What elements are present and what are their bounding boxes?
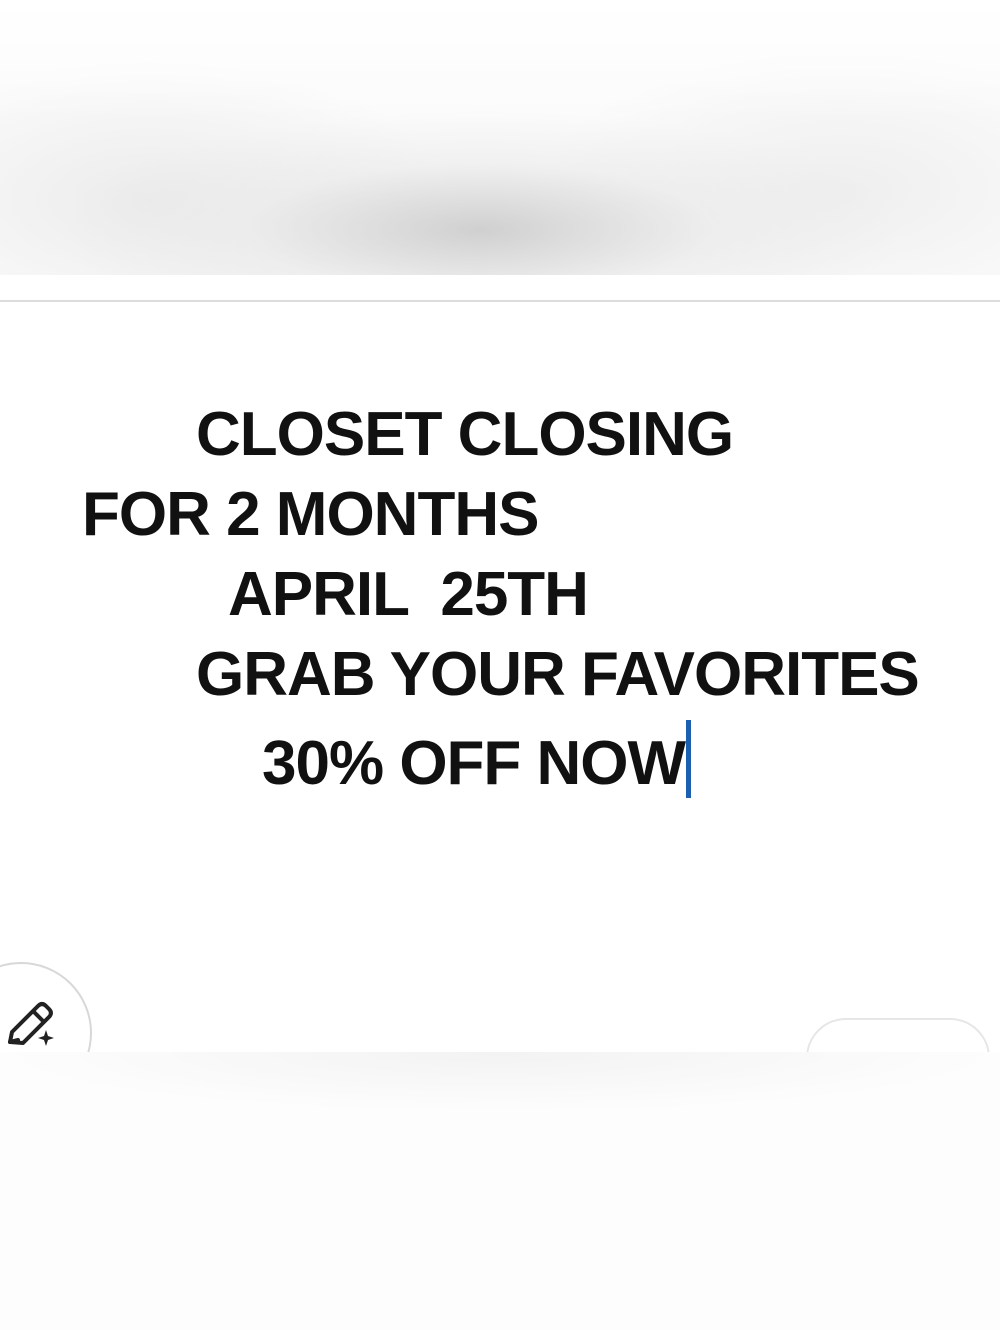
text-line-content: 30% OFF NOW xyxy=(262,729,686,798)
text-editor[interactable]: CLOSET CLOSING FOR 2 MONTHS APRIL 25TH G… xyxy=(0,302,1000,1052)
text-cursor xyxy=(686,720,692,798)
text-line-last: 30% OFF NOW xyxy=(262,720,692,799)
screen: CLOSET CLOSING FOR 2 MONTHS APRIL 25TH G… xyxy=(0,0,1000,1330)
text-line: GRAB YOUR FAVORITES xyxy=(196,640,920,709)
header-fade xyxy=(0,0,1000,120)
text-line: CLOSET CLOSING xyxy=(196,400,734,469)
blurred-header xyxy=(0,0,1000,275)
text-line: APRIL 25TH xyxy=(228,560,589,629)
text-line: FOR 2 MONTHS xyxy=(82,480,539,549)
pencil-sparkle-icon xyxy=(8,1002,54,1046)
blurred-footer xyxy=(0,1052,1000,1330)
